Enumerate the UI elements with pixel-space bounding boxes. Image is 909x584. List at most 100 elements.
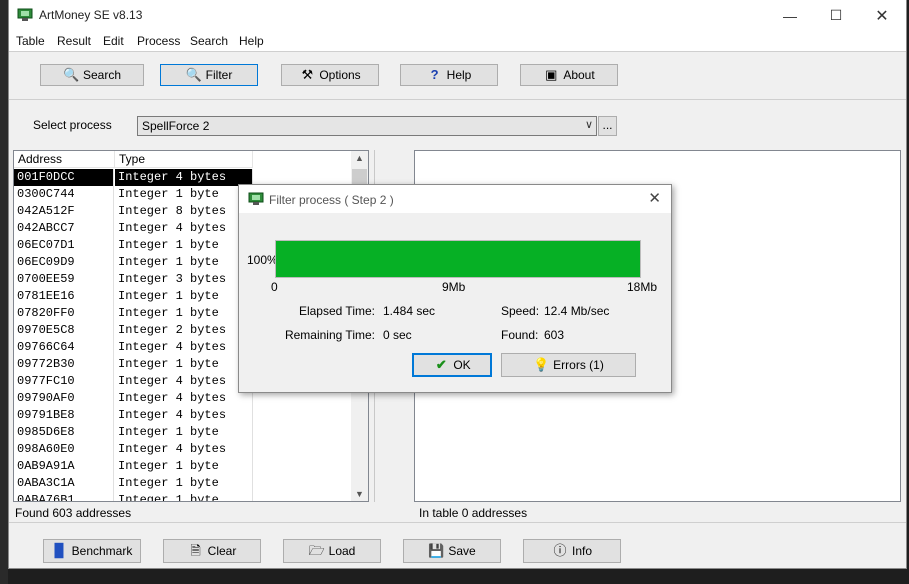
speed-value: 12.4 Mb/sec <box>544 304 610 318</box>
row-type: Integer 4 bytes <box>115 373 253 390</box>
row-address: 09766C64 <box>14 339 114 356</box>
help-button[interactable]: ? Help <box>400 64 498 86</box>
row-type: Integer 1 byte <box>115 254 253 271</box>
progress-bar-fill <box>276 241 640 277</box>
row-type: Integer 1 byte <box>115 186 253 203</box>
search-button[interactable]: 🔍 Search <box>40 64 144 86</box>
ok-button[interactable]: ✔ OK <box>412 353 492 377</box>
clear-page-icon: 🗎 <box>190 543 201 558</box>
folder-icon: 🗁 <box>308 543 325 558</box>
menu-separator <box>9 51 906 52</box>
row-address: 0977FC10 <box>14 373 114 390</box>
list-header: Address Type <box>14 151 352 168</box>
progress-tick-end: 18Mb <box>627 280 658 294</box>
row-address: 0985D6E8 <box>14 424 114 441</box>
info-button-label: Info <box>571 544 592 558</box>
speed-label: Speed: <box>501 304 540 318</box>
row-type: Integer 1 byte <box>115 475 253 492</box>
save-button[interactable]: 💾 Save <box>403 539 501 563</box>
row-type: Integer 1 byte <box>115 424 253 441</box>
column-address[interactable]: Address <box>14 151 115 168</box>
process-select-value: SpellForce 2 <box>142 119 210 133</box>
about-icon: ▣ <box>545 67 558 82</box>
options-button[interactable]: ⚒ Options <box>281 64 379 86</box>
info-button[interactable]: ⓘ Info <box>523 539 621 563</box>
filter-process-dialog: Filter process ( Step 2 ) ✕ 100% 0 9Mb 1… <box>238 184 672 393</box>
filter-button[interactable]: 🔍 Filter <box>160 64 258 86</box>
lightbulb-icon: 💡 <box>533 357 550 372</box>
filter-button-label: Filter <box>205 68 233 82</box>
dialog-close-icon[interactable]: ✕ <box>648 189 661 207</box>
remaining-time-value: 0 sec <box>383 328 412 342</box>
elapsed-time-label: Elapsed Time: <box>298 304 375 318</box>
column-type[interactable]: Type <box>115 151 253 168</box>
clear-button[interactable]: 🗎 Clear <box>163 539 261 563</box>
row-type: Integer 1 byte <box>115 237 253 254</box>
found-label: Found: <box>501 328 539 342</box>
about-button-label: About <box>563 68 595 82</box>
minimize-button[interactable]: — <box>767 0 813 31</box>
menu-edit[interactable]: Edit <box>103 34 124 48</box>
row-address: 09772B30 <box>14 356 114 373</box>
row-address: 0970E5C8 <box>14 322 114 339</box>
select-process-label: Select process <box>33 118 112 132</box>
clear-button-label: Clear <box>207 544 237 558</box>
row-address: 0781EE16 <box>14 288 114 305</box>
about-button[interactable]: ▣ About <box>520 64 618 86</box>
app-icon <box>248 192 264 205</box>
ok-button-label: OK <box>453 358 471 372</box>
question-icon: ? <box>430 67 439 82</box>
benchmark-button[interactable]: ▉ Benchmark <box>43 539 141 563</box>
close-button[interactable]: ✕ <box>859 0 905 31</box>
status-separator <box>9 522 906 523</box>
row-type: Integer 8 bytes <box>115 203 253 220</box>
load-button-label: Load <box>328 544 356 558</box>
row-address: 042A512F <box>14 203 114 220</box>
search-button-label: Search <box>82 68 122 82</box>
row-address: 06EC09D9 <box>14 254 114 271</box>
row-address: 06EC07D1 <box>14 237 114 254</box>
table-count-status: In table 0 addresses <box>419 506 528 520</box>
scroll-down-icon[interactable]: ▼ <box>355 489 364 499</box>
row-address: 0AB9A91A <box>14 458 114 475</box>
elapsed-time-value: 1.484 sec <box>383 304 436 318</box>
menu-bar: Table Result Edit Process Search Help <box>9 31 906 51</box>
browse-process-button[interactable]: ... <box>598 116 617 136</box>
options-button-label: Options <box>319 68 361 82</box>
progress-tick-start: 0 <box>271 280 278 294</box>
menu-process[interactable]: Process <box>137 34 180 48</box>
row-address: 001F0DCC <box>14 169 114 186</box>
menu-search[interactable]: Search <box>190 34 228 48</box>
row-type: Integer 4 bytes <box>115 407 253 424</box>
row-address: 0300C744 <box>14 186 114 203</box>
menu-table[interactable]: Table <box>16 34 45 48</box>
row-type: Integer 1 byte <box>115 356 253 373</box>
title-bar: ArtMoney SE v8.13 — ☐ ✕ <box>9 0 906 31</box>
window-title: ArtMoney SE v8.13 <box>39 8 143 22</box>
errors-button-label: Errors (1) <box>553 358 604 372</box>
row-address: 0ABA76B1 <box>14 492 114 501</box>
row-type: Integer 4 bytes <box>115 169 253 186</box>
row-address: 0ABA3C1A <box>14 475 114 492</box>
menu-help[interactable]: Help <box>239 34 264 48</box>
row-type: Integer 4 bytes <box>115 339 253 356</box>
row-address: 09790AF0 <box>14 390 114 407</box>
menu-result[interactable]: Result <box>57 34 91 48</box>
load-button[interactable]: 🗁 Load <box>283 539 381 563</box>
process-select[interactable]: SpellForce 2 ∨ <box>137 116 597 136</box>
row-address: 0700EE59 <box>14 271 114 288</box>
maximize-button[interactable]: ☐ <box>813 0 859 31</box>
remaining-time-label: Remaining Time: <box>284 328 375 342</box>
dialog-title: Filter process ( Step 2 ) <box>269 193 394 207</box>
background-window-edge <box>0 0 8 584</box>
help-button-label: Help <box>446 68 472 82</box>
row-address: 098A60E0 <box>14 441 114 458</box>
progress-percent: 100% <box>247 253 278 267</box>
row-type: Integer 1 byte <box>115 305 253 322</box>
chart-icon: ▉ <box>54 543 65 558</box>
errors-button[interactable]: 💡 Errors (1) <box>501 353 636 377</box>
scroll-up-icon[interactable]: ▲ <box>355 153 364 163</box>
benchmark-button-label: Benchmark <box>71 544 133 558</box>
found-value: 603 <box>544 328 565 342</box>
row-type: Integer 2 bytes <box>115 322 253 339</box>
